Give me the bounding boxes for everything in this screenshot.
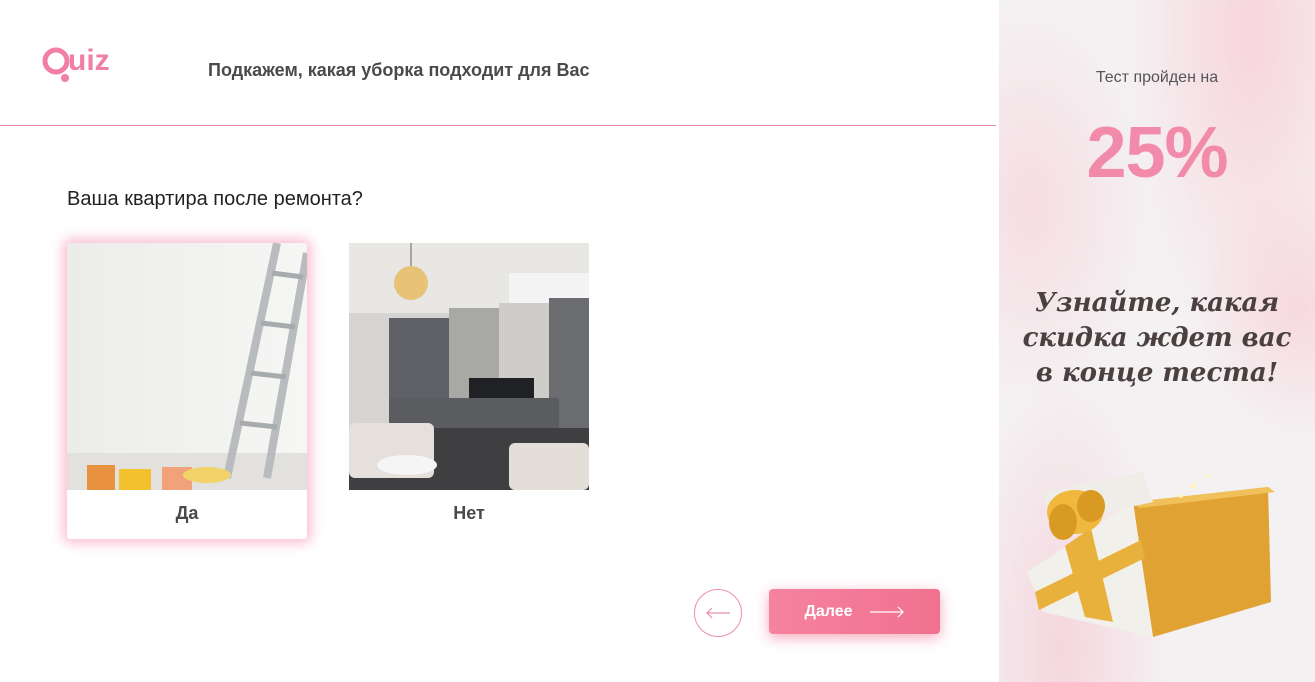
option-card-no[interactable]: Нет bbox=[349, 243, 589, 539]
progress-caption: Тест пройден на bbox=[1095, 69, 1219, 86]
gift-box-icon bbox=[1027, 472, 1275, 637]
next-button-label: Далее bbox=[804, 602, 853, 620]
svg-text:uiz: uiz bbox=[68, 44, 110, 77]
quiz-main-panel: uiz Подкажем, какая уборка подходит для … bbox=[0, 0, 996, 682]
renovation-image bbox=[67, 243, 307, 490]
option-label-yes: Да bbox=[175, 503, 199, 523]
arrow-left-icon bbox=[706, 607, 730, 619]
progress-percent: 25% bbox=[1086, 113, 1228, 193]
promo-line: в конце теста! bbox=[1035, 358, 1279, 388]
discount-promo: Узнайте, какая скидка ждет вас в конце т… bbox=[999, 286, 1315, 391]
option-card-yes[interactable]: Да bbox=[67, 243, 307, 539]
arrow-right-icon bbox=[869, 606, 904, 617]
option-label-no: Нет bbox=[453, 503, 485, 523]
quiz-logo: uiz bbox=[42, 44, 110, 82]
question-text: Ваша квартира после ремонта? bbox=[67, 188, 363, 210]
back-button[interactable] bbox=[694, 589, 742, 637]
living-room-image bbox=[349, 243, 589, 490]
next-button[interactable]: Далее bbox=[769, 589, 940, 634]
progress-sidebar: Тест пройден на 25% Узнайте, какая скидк… bbox=[999, 0, 1315, 682]
header-title: Подкажем, какая уборка подходит для Вас bbox=[208, 60, 590, 80]
promo-line: скидка ждет вас bbox=[1022, 323, 1292, 353]
promo-line: Узнайте, какая bbox=[1034, 288, 1280, 318]
quiz-header: uiz Подкажем, какая уборка подходит для … bbox=[0, 0, 996, 126]
